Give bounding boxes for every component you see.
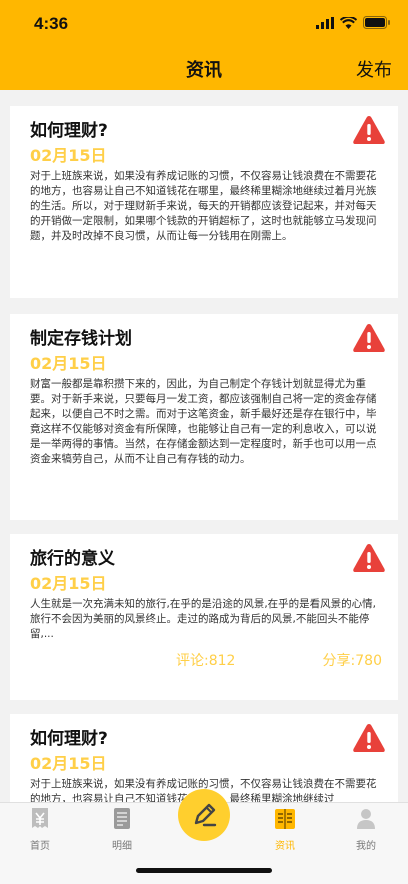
article-body: 对于上班族来说，如果没有养成记账的习惯，不仅容易让钱浪费在不需要花的地方，也容易… [30, 170, 377, 242]
battery-icon [363, 16, 390, 29]
article-date: 02月15日 [30, 754, 107, 773]
article-feed[interactable]: 如何理财? 02月15日 对于上班族来说，如果没有养成记账的习惯，不仅容易让钱浪… [0, 90, 408, 802]
warning-icon[interactable] [352, 114, 386, 146]
tab-detail[interactable]: 明细 [92, 807, 152, 852]
list-doc-icon [114, 808, 130, 829]
home-indicator [136, 868, 272, 873]
status-time: 4:36 [34, 14, 69, 33]
tab-news[interactable]: 资讯 [255, 807, 315, 852]
article-title: 旅行的意义 [30, 549, 115, 569]
signal-icon [316, 16, 334, 29]
article-title: 如何理财? [30, 121, 108, 141]
person-icon [357, 809, 375, 829]
wifi-icon [340, 16, 357, 29]
tab-mine[interactable]: 我的 [336, 807, 396, 852]
tab-label: 明细 [112, 841, 132, 852]
tab-label: 资讯 [275, 841, 295, 852]
article-date: 02月15日 [30, 354, 107, 373]
status-bar: 4:36 [0, 0, 408, 48]
comment-count[interactable]: 评论:812 [176, 650, 235, 670]
publish-button[interactable]: 发布 [356, 56, 392, 82]
nav-bar: 资讯 发布 [0, 48, 408, 90]
article-card[interactable]: 制定存钱计划 02月15日 财富一般都是靠积攒下来的，因此，为自己制定个存钱计划… [10, 314, 398, 520]
page-title: 资讯 [186, 60, 222, 81]
tab-label: 首页 [30, 841, 50, 852]
article-title: 制定存钱计划 [30, 329, 132, 349]
article-title: 如何理财? [30, 729, 108, 749]
tab-home[interactable]: 首页 [10, 807, 70, 852]
article-card[interactable]: 如何理财? 02月15日 对于上班族来说，如果没有养成记账的习惯，不仅容易让钱浪… [10, 106, 398, 298]
warning-icon[interactable] [352, 542, 386, 574]
book-icon [275, 809, 295, 829]
article-date: 02月15日 [30, 574, 107, 593]
tab-label: 我的 [356, 841, 376, 852]
article-date: 02月15日 [30, 146, 107, 165]
yen-doc-icon [32, 808, 48, 828]
pencil-icon [194, 803, 217, 827]
compose-button[interactable] [178, 789, 230, 841]
article-body: 人生就是一次充满未知的旅行,在乎的是沿途的风景,在乎的是看风景的心情,旅行不会因… [30, 598, 377, 640]
warning-icon[interactable] [352, 322, 386, 354]
warning-icon[interactable] [352, 722, 386, 754]
article-body: 财富一般都是靠积攒下来的，因此，为自己制定个存钱计划就显得尤为重要。对于新手来说… [30, 378, 377, 465]
status-icons [316, 16, 390, 29]
share-count[interactable]: 分享:780 [323, 650, 382, 670]
article-card[interactable]: 旅行的意义 02月15日 人生就是一次充满未知的旅行,在乎的是沿途的风景,在乎的… [10, 534, 398, 700]
